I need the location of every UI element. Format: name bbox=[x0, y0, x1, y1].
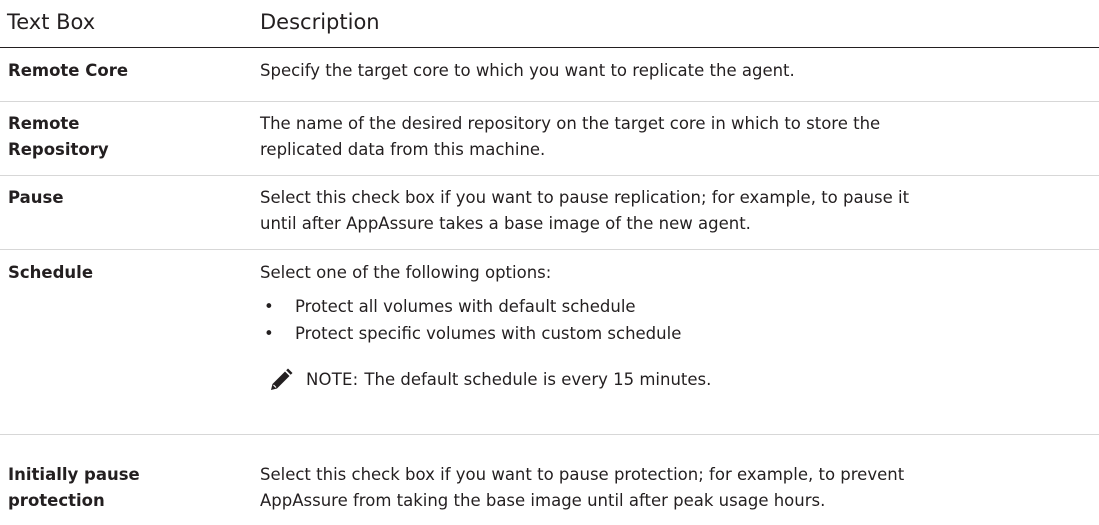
note-label: NOTE: bbox=[306, 370, 359, 389]
note: NOTE: The default schedule is every 15 m… bbox=[268, 367, 1089, 393]
pen-icon bbox=[269, 368, 293, 392]
table-row: Schedule Select one of the following opt… bbox=[0, 250, 1099, 435]
term-line: Repository bbox=[8, 140, 109, 159]
description-line: AppAssure from taking the base image unt… bbox=[260, 491, 826, 510]
term-line: Remote bbox=[8, 114, 80, 133]
table-row: Initially pause protection Select this c… bbox=[0, 435, 1099, 525]
description-line: Select this check box if you want to pau… bbox=[260, 188, 910, 207]
description-table: Text Box Description Remote Core Specify… bbox=[0, 0, 1099, 525]
row-term: Remote Repository bbox=[0, 111, 260, 175]
bullet: • bbox=[264, 297, 274, 316]
row-description: Select this check box if you want to pau… bbox=[260, 462, 1099, 525]
header-text-box: Text Box bbox=[7, 10, 96, 34]
description-line: Specify the target core to which you wan… bbox=[260, 61, 795, 80]
term-line: Pause bbox=[8, 188, 64, 207]
description-line: The name of the desired repository on th… bbox=[260, 114, 881, 133]
table-row: Pause Select this check box if you want … bbox=[0, 176, 1099, 250]
row-term: Remote Core bbox=[0, 58, 260, 101]
description-line: Select one of the following options: bbox=[260, 263, 552, 282]
description-line: Select this check box if you want to pau… bbox=[260, 465, 905, 484]
row-term: Pause bbox=[0, 185, 260, 249]
row-term: Schedule bbox=[0, 260, 260, 434]
row-description: Select one of the following options: • P… bbox=[260, 260, 1099, 434]
list-item: • Protect all volumes with default sched… bbox=[260, 293, 1089, 320]
table-row: Remote Core Specify the target core to w… bbox=[0, 48, 1099, 102]
option-text: Protect all volumes with default schedul… bbox=[295, 297, 636, 316]
option-text: Protect specific volumes with custom sch… bbox=[295, 324, 682, 343]
term-line: Schedule bbox=[8, 263, 94, 282]
description-line: until after AppAssure takes a base image… bbox=[260, 214, 751, 233]
table-row: Remote Repository The name of the desire… bbox=[0, 102, 1099, 176]
note-text: The default schedule is every 15 minutes… bbox=[364, 370, 712, 389]
list-item: • Protect specific volumes with custom s… bbox=[260, 320, 1089, 347]
term-line: Initially pause bbox=[8, 465, 140, 484]
term-line: protection bbox=[8, 491, 105, 510]
description-line: replicated data from this machine. bbox=[260, 140, 546, 159]
bullet: • bbox=[264, 324, 274, 343]
row-description: The name of the desired repository on th… bbox=[260, 111, 1099, 175]
row-description: Specify the target core to which you wan… bbox=[260, 58, 1099, 101]
options-list: • Protect all volumes with default sched… bbox=[260, 293, 1089, 347]
term-line: Remote Core bbox=[8, 61, 129, 80]
header-description: Description bbox=[260, 10, 380, 34]
row-term: Initially pause protection bbox=[0, 462, 260, 525]
table-header: Text Box Description bbox=[0, 0, 1099, 48]
row-description: Select this check box if you want to pau… bbox=[260, 185, 1099, 249]
